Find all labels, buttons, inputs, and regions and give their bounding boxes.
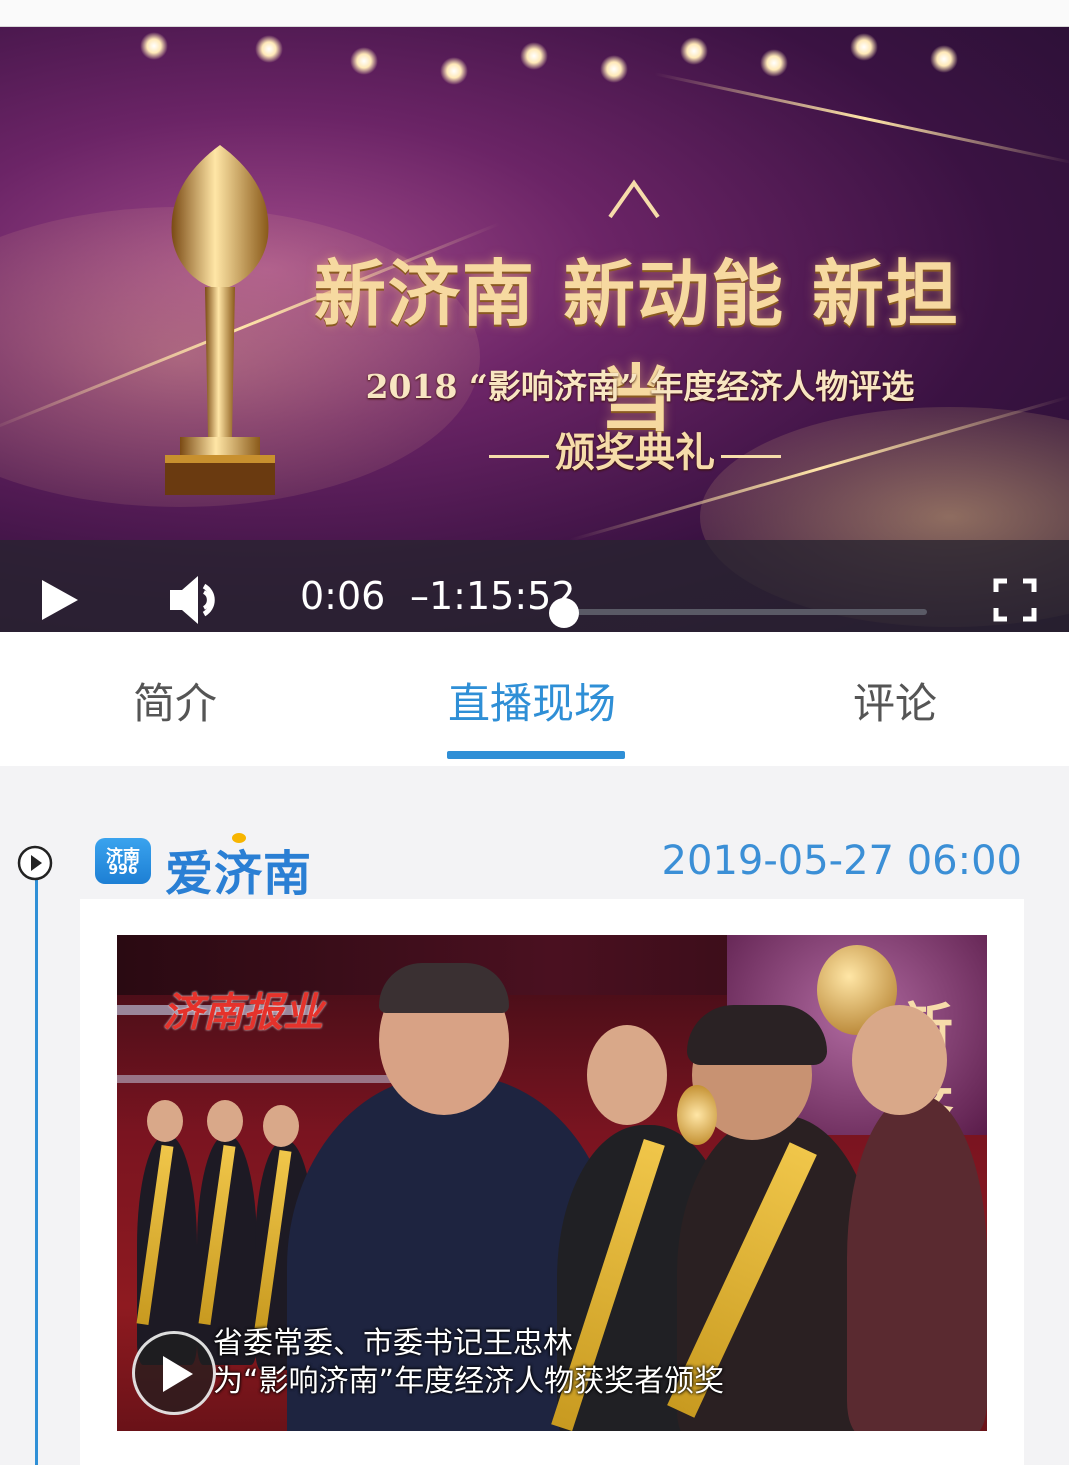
play-icon (163, 1356, 193, 1392)
tab-comments[interactable]: 评论 (853, 670, 937, 731)
trophy-icon (165, 145, 275, 495)
progress-knob[interactable] (549, 598, 579, 628)
current-time: 0:06 (300, 574, 386, 618)
video-ceremony: 颁奖典礼 (470, 420, 800, 478)
newspaper-watermark: 济南报业 (163, 989, 323, 1036)
caption-line-2: 为“影响济南”年度经济人物获奖者颁奖 (213, 1364, 725, 1399)
progress-track[interactable] (565, 609, 927, 615)
post-timestamp: 2019-05-27 06:00 (661, 838, 1022, 884)
fullscreen-icon[interactable] (993, 578, 1037, 622)
volume-icon[interactable] (168, 572, 228, 628)
app-logo-bottom: 996 (108, 862, 138, 878)
timeline-line (35, 880, 38, 1465)
tab-intro[interactable]: 简介 (133, 670, 217, 731)
status-bar (0, 0, 1069, 27)
chevron-up-icon (608, 179, 660, 219)
tab-bar: 简介 直播现场 评论 (0, 632, 1069, 766)
tab-live[interactable]: 直播现场 (448, 670, 616, 731)
brand-dot (232, 833, 246, 843)
video-title: 新济南 新动能 新担当 (313, 251, 961, 441)
source-name[interactable]: 爱济南 (165, 834, 312, 904)
play-icon[interactable] (40, 578, 80, 622)
ceremony-text: 颁奖典礼 (555, 429, 715, 476)
video-subtitle: 2018 “影响济南” 年度经济人物评选 (365, 367, 915, 406)
timeline-play-icon (17, 845, 53, 881)
active-tab-indicator (447, 751, 625, 759)
video-controls: 0:06 –1:15:52 (0, 540, 1069, 632)
photo-play-button[interactable] (132, 1331, 216, 1415)
app-logo-icon: 济南 996 (95, 838, 151, 884)
video-player[interactable]: 新济南 新动能 新担当 2018 “影响济南” 年度经济人物评选 颁奖典礼 0:… (0, 27, 1069, 632)
